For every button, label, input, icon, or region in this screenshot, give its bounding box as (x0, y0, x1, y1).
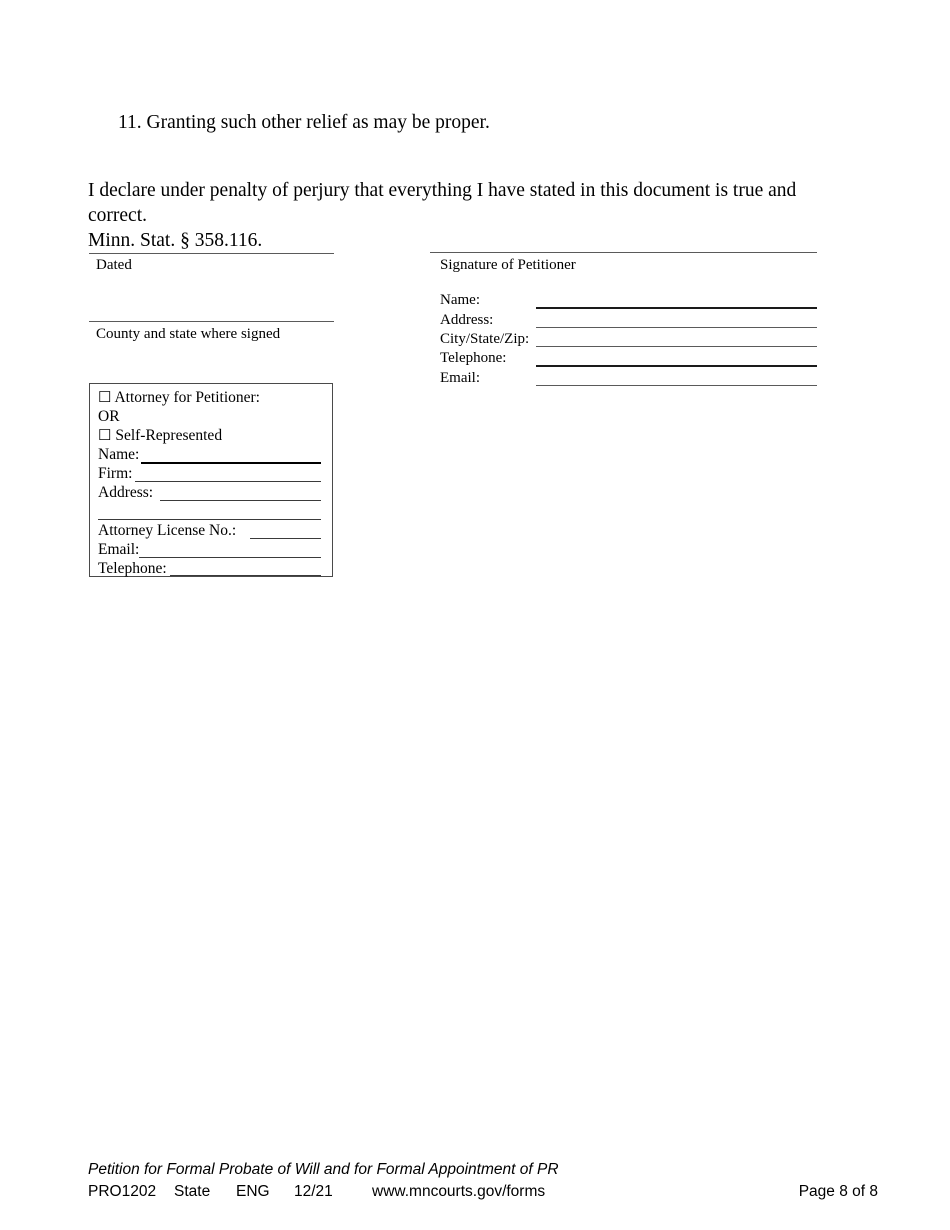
attorney-for-petitioner-checkbox-icon[interactable]: ☐ (98, 390, 111, 406)
petitioner-telephone-label: Telephone: (440, 350, 507, 366)
attorney-address-label: Address: (98, 484, 154, 501)
attorney-address-input-line[interactable] (160, 500, 321, 502)
attorney-telephone-input-line[interactable] (170, 575, 321, 577)
petitioner-city-state-zip-label: City/State/Zip: (440, 331, 530, 347)
or-separator-label: OR (98, 408, 120, 425)
self-represented-label: Self-Represented (115, 427, 223, 444)
self-represented-checkbox-icon[interactable]: ☐ (98, 428, 111, 444)
petitioner-city-state-zip-input-line[interactable] (536, 346, 817, 347)
document-page: 11. Granting such other relief as may be… (0, 0, 950, 1230)
attorney-information-box: ☐ Attorney for Petitioner: OR ☐ Self-Rep… (89, 383, 333, 577)
page-footer: Petition for Formal Probate of Will and … (88, 1160, 878, 1202)
footer-scope: State (174, 1183, 211, 1200)
attorney-firm-input-line[interactable] (135, 481, 321, 483)
dated-label: Dated (96, 257, 132, 273)
attorney-license-number-input-line[interactable] (250, 538, 321, 540)
attorney-for-petitioner-label: Attorney for Petitioner: (114, 389, 260, 406)
signature-of-petitioner-label: Signature of Petitioner (440, 257, 576, 273)
signature-area: Dated County and state where signed Sign… (0, 0, 950, 400)
footer-form-title: Petition for Formal Probate of Will and … (88, 1161, 559, 1178)
petitioner-email-label: Email: (440, 370, 480, 386)
footer-page-number: Page 8 of 8 (798, 1183, 878, 1200)
footer-revision-date: 12/21 (294, 1183, 333, 1200)
attorney-firm-label: Firm: (98, 465, 133, 482)
county-state-signature-line[interactable] (89, 321, 334, 322)
petitioner-name-input-line[interactable] (536, 307, 817, 309)
attorney-name-input-line[interactable] (141, 462, 321, 464)
footer-metadata-row: PRO1202 State ENG 12/21 www.mncourts.gov/for… (88, 1182, 878, 1202)
attorney-telephone-label: Telephone: (98, 560, 167, 577)
petitioner-telephone-input-line[interactable] (536, 365, 817, 367)
petitioner-name-label: Name: (440, 292, 480, 308)
petitioner-address-label: Address: (440, 312, 494, 328)
county-state-label: County and state where signed (96, 326, 281, 342)
petitioner-email-input-line[interactable] (536, 385, 817, 386)
footer-website-url[interactable]: www.mncourts.gov/forms (372, 1182, 545, 1202)
footer-language: ENG (236, 1183, 270, 1200)
attorney-address-continuation-line[interactable] (98, 519, 321, 521)
self-represented-option[interactable]: ☐ Self-Represented (98, 426, 222, 446)
attorney-license-number-label: Attorney License No.: (98, 522, 237, 539)
attorney-email-label: Email: (98, 541, 140, 558)
petitioner-signature-line[interactable] (430, 252, 817, 253)
footer-form-number: PRO1202 (88, 1183, 157, 1200)
petitioner-address-input-line[interactable] (536, 327, 817, 328)
attorney-email-input-line[interactable] (139, 557, 321, 559)
attorney-for-petitioner-option[interactable]: ☐ Attorney for Petitioner: (98, 388, 260, 408)
attorney-name-label: Name: (98, 446, 140, 463)
dated-signature-line[interactable] (89, 253, 334, 254)
